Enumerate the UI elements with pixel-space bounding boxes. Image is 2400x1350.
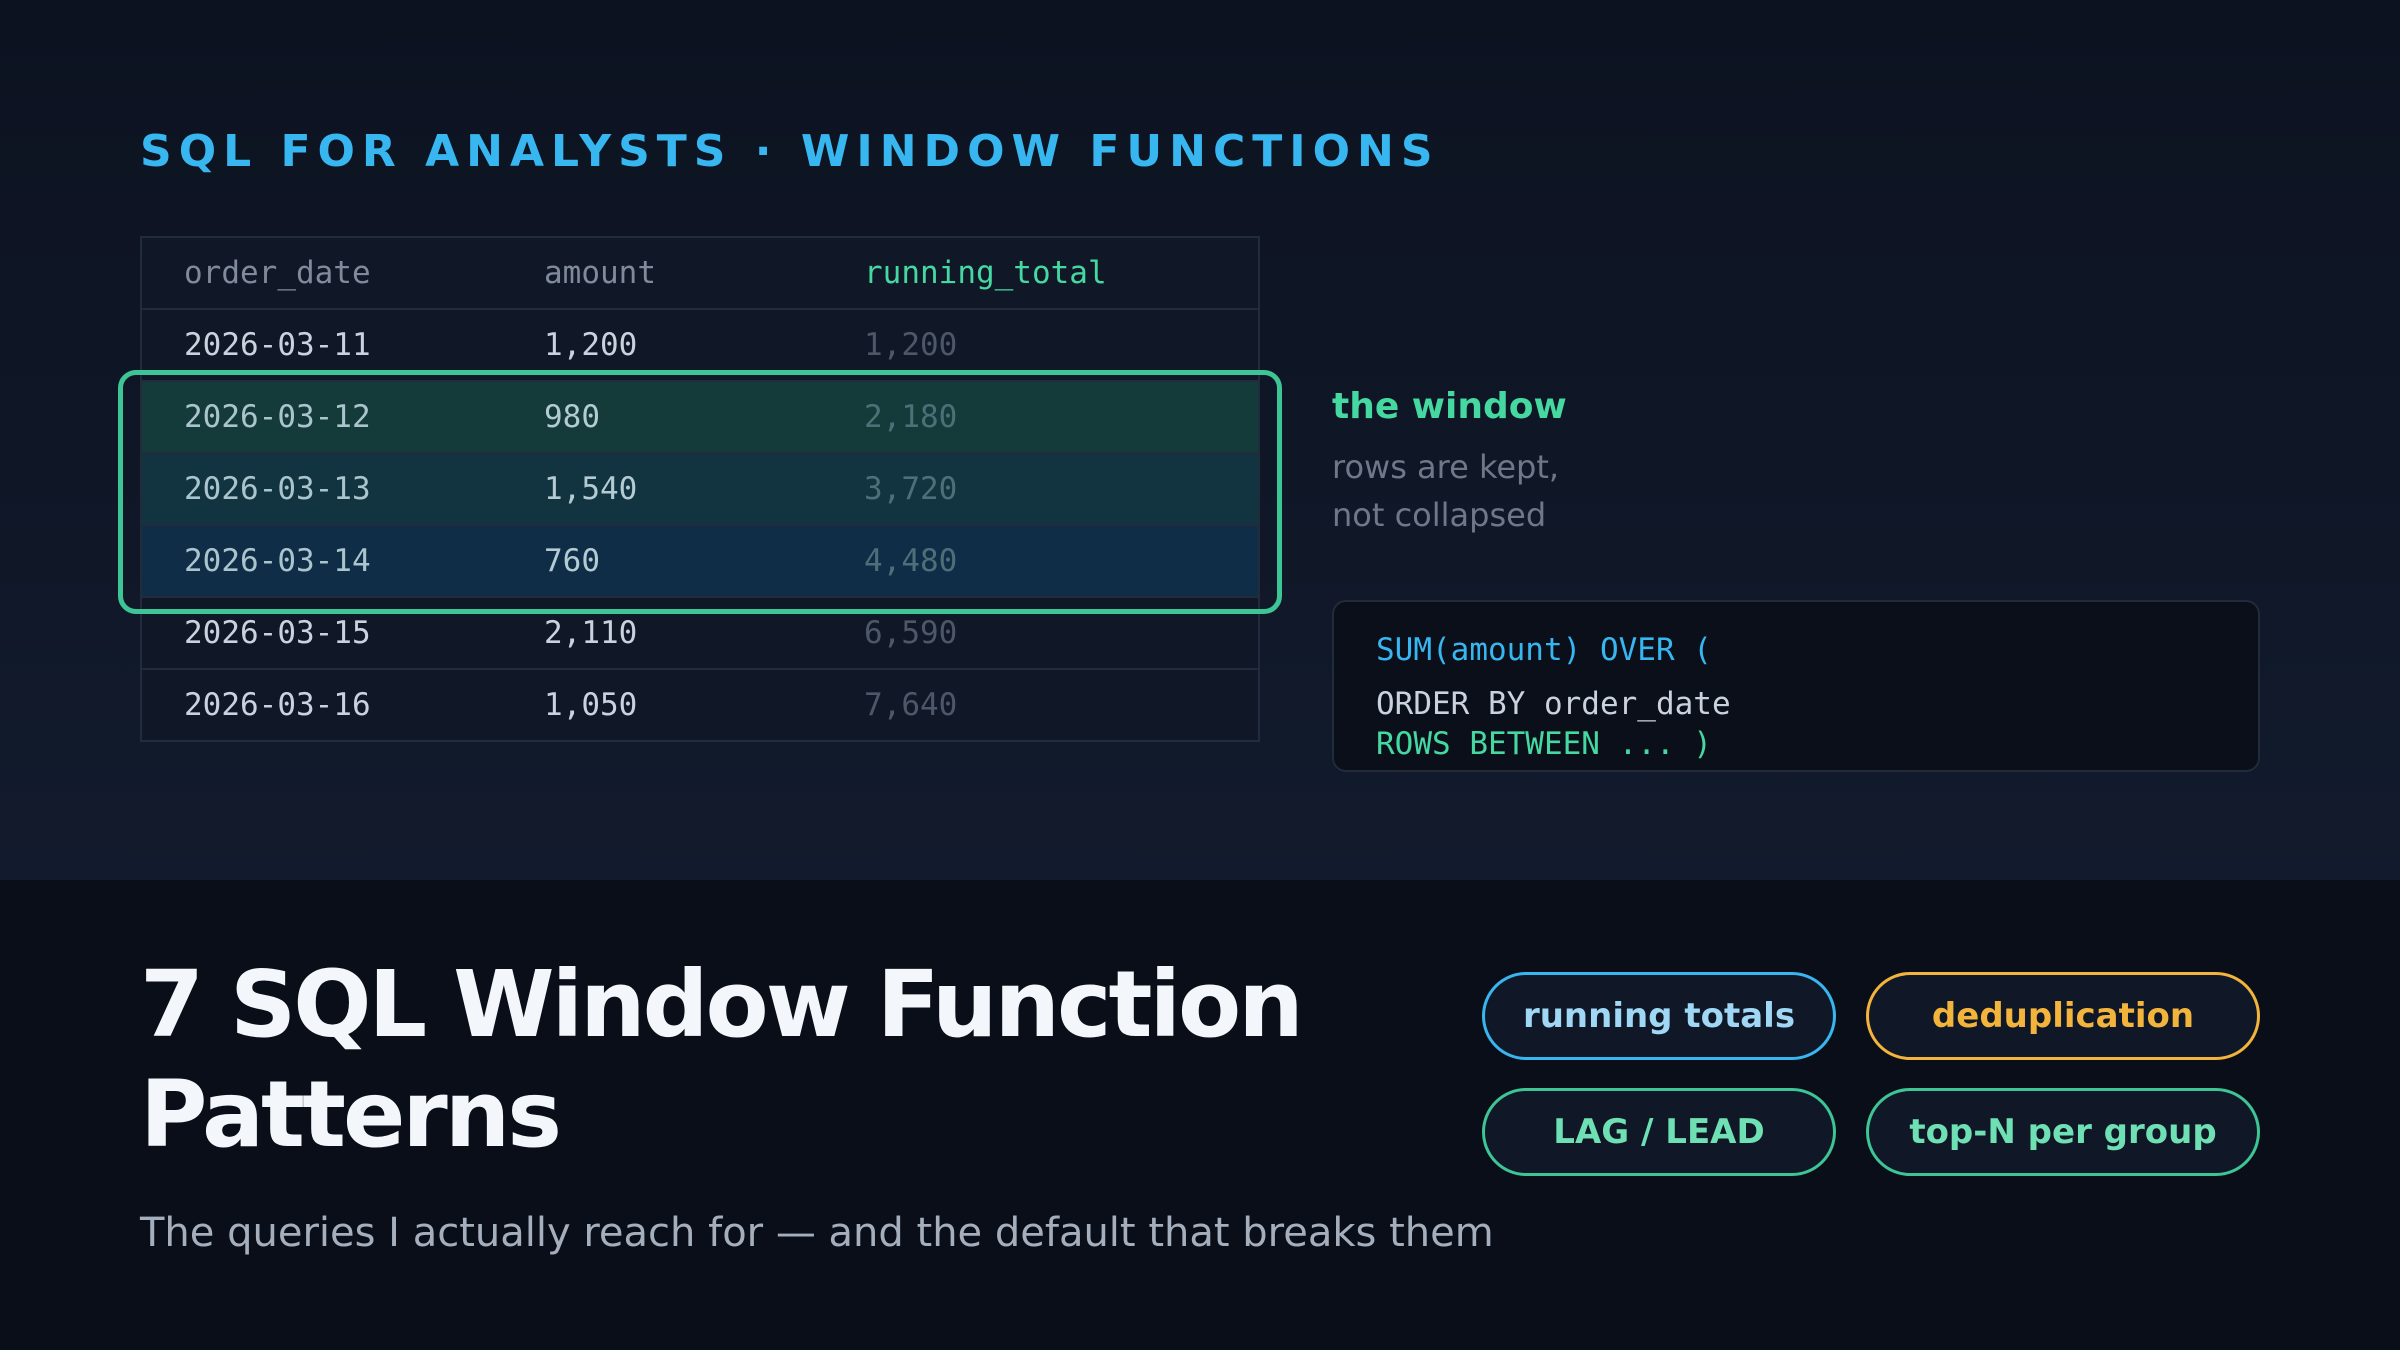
table-row-highlighted: 2026-03-13 1,540 3,720 — [142, 454, 1258, 526]
order-date-cell: 2026-03-14 — [184, 543, 371, 579]
table-row: 2026-03-15 2,110 6,590 — [142, 598, 1258, 670]
window-note-line: rows are kept, — [1332, 448, 1560, 486]
amount-cell: 1,200 — [544, 327, 638, 363]
order-date-cell: 2026-03-13 — [184, 471, 371, 507]
amount-cell: 760 — [544, 543, 600, 579]
column-header-running-total: running_total — [864, 255, 1107, 291]
eyebrow-title: SQL FOR ANALYSTS · WINDOW FUNCTIONS — [140, 126, 1440, 177]
window-note-title: the window — [1332, 386, 1567, 427]
results-table: order_date amount running_total 2026-03-… — [140, 236, 1260, 742]
running-total-cell: 2,180 — [864, 399, 958, 435]
amount-cell: 1,540 — [544, 471, 638, 507]
code-line-over: SUM(amount) OVER ( — [1376, 632, 1712, 668]
table-row: 2026-03-16 1,050 7,640 — [142, 670, 1258, 742]
subtitle: The queries I actually reach for — and t… — [140, 1210, 1494, 1256]
amount-cell: 2,110 — [544, 615, 638, 651]
tag-deduplication: deduplication — [1866, 972, 2260, 1060]
window-note-line: not collapsed — [1332, 496, 1547, 534]
tag-lag-lead: LAG / LEAD — [1482, 1088, 1836, 1176]
running-total-cell: 1,200 — [864, 327, 958, 363]
order-date-cell: 2026-03-15 — [184, 615, 371, 651]
running-total-cell: 7,640 — [864, 687, 958, 723]
code-line-order-by: ORDER BY order_date — [1376, 686, 1731, 722]
running-total-cell: 6,590 — [864, 615, 958, 651]
column-header-amount: amount — [544, 255, 656, 291]
table-row: 2026-03-11 1,200 1,200 — [142, 310, 1258, 382]
headline: 7 SQL Window Function Patterns — [140, 951, 1304, 1168]
tag-top-n-per-group: top-N per group — [1866, 1088, 2260, 1176]
cover-slide: SQL FOR ANALYSTS · WINDOW FUNCTIONS orde… — [0, 0, 2400, 1350]
order-date-cell: 2026-03-12 — [184, 399, 371, 435]
amount-cell: 980 — [544, 399, 600, 435]
order-date-cell: 2026-03-16 — [184, 687, 371, 723]
column-header-order-date: order_date — [184, 255, 371, 291]
order-date-cell: 2026-03-11 — [184, 327, 371, 363]
table-row-highlighted: 2026-03-12 980 2,180 — [142, 382, 1258, 454]
code-snippet: SUM(amount) OVER ( ORDER BY order_date R… — [1332, 600, 2260, 772]
table-row-highlighted: 2026-03-14 760 4,480 — [142, 526, 1258, 598]
running-total-cell: 4,480 — [864, 543, 958, 579]
amount-cell: 1,050 — [544, 687, 638, 723]
tag-running-totals: running totals — [1482, 972, 1836, 1060]
running-total-cell: 3,720 — [864, 471, 958, 507]
table-header-row: order_date amount running_total — [142, 238, 1258, 310]
code-line-rows-between: ROWS BETWEEN ... ) — [1376, 726, 1712, 762]
